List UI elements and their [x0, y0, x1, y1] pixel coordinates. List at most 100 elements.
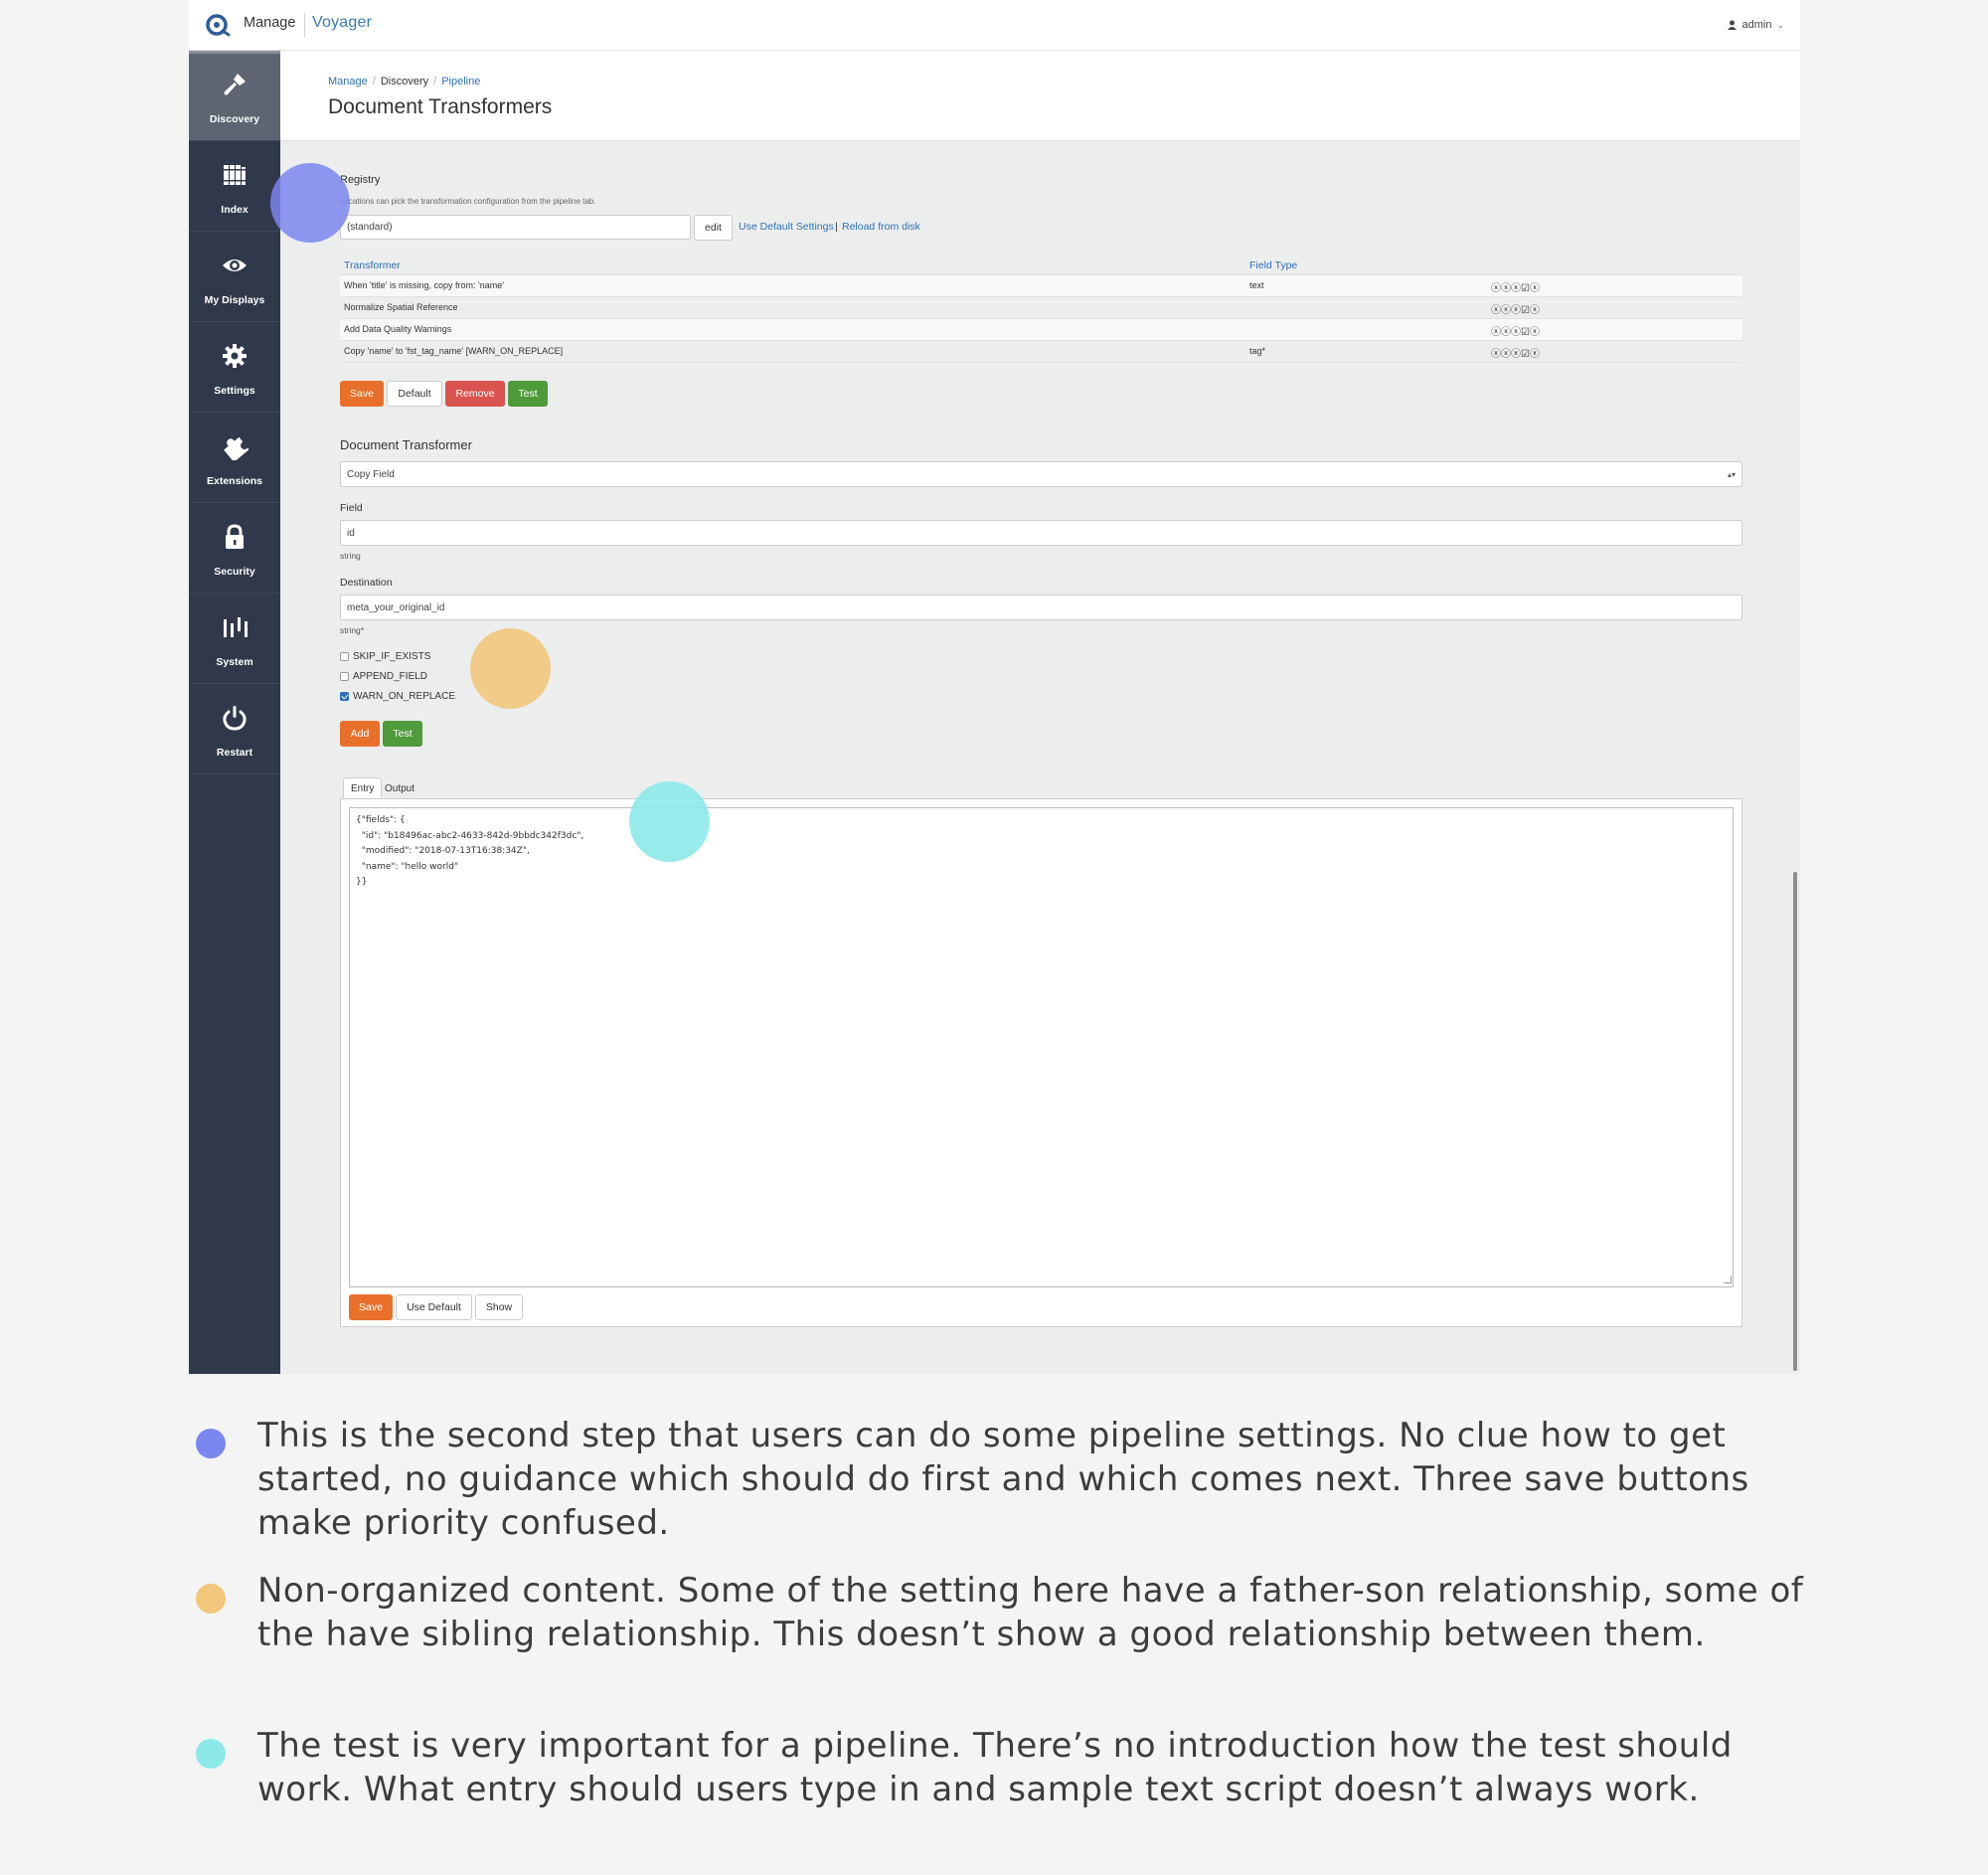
field-input[interactable]: id	[340, 520, 1742, 546]
table-row[interactable]: Normalize Spatial Reference ⓧⓧⓧ☑ⓧ	[340, 297, 1742, 319]
breadcrumb-discovery[interactable]: Discovery	[381, 76, 428, 87]
use-default-settings-link[interactable]: Use Default Settings	[739, 221, 834, 233]
sidebar-item-discovery[interactable]: Discovery	[189, 51, 280, 141]
row-actions-icons[interactable]: ⓧⓧⓧ☑ⓧ	[1491, 301, 1540, 316]
transformer-select[interactable]: Copy Field ▴▾	[340, 461, 1742, 487]
sidebar-item-label: Restart	[216, 747, 253, 759]
page-title: Document Transformers	[328, 95, 553, 118]
chevron-down-icon: ⌄	[1776, 19, 1784, 30]
sidebar-item-system[interactable]: System	[189, 594, 280, 684]
field-type-hint: string	[340, 551, 361, 561]
lock-icon	[226, 524, 244, 549]
field-label: Field	[340, 502, 363, 514]
books-icon	[224, 165, 246, 185]
row-actions-icons[interactable]: ⓧⓧⓧ☑ⓧ	[1491, 345, 1540, 360]
sidebar-item-extensions[interactable]: Extensions	[189, 413, 280, 503]
registry-label: Registry	[340, 174, 381, 186]
puzzle-icon	[224, 436, 248, 460]
vertical-scrollbar[interactable]	[1793, 872, 1797, 1371]
breadcrumb-manage[interactable]: Manage	[328, 76, 368, 87]
transformer-cell: Normalize Spatial Reference	[344, 302, 458, 312]
sidebar-item-label: Index	[221, 204, 248, 216]
registry-input[interactable]: (standard)	[340, 215, 691, 240]
note-text: This is the second step that users can d…	[257, 1416, 1749, 1543]
table-row[interactable]: Add Data Quality Warnings ⓧⓧⓧ☑ⓧ	[340, 319, 1742, 341]
checkbox-label: SKIP_IF_EXISTS	[353, 651, 431, 662]
checkbox-label: WARN_ON_REPLACE	[353, 691, 455, 702]
resize-handle-icon[interactable]	[1724, 1276, 1732, 1283]
test-panel-body: {"fields": { "id": "b18496ac-abc2-4633-8…	[340, 798, 1742, 1327]
entry-textarea[interactable]: {"fields": { "id": "b18496ac-abc2-4633-8…	[349, 807, 1734, 1287]
warn-on-replace-checkbox[interactable]	[340, 692, 349, 701]
tab-output[interactable]: Output	[378, 777, 421, 799]
destination-input[interactable]: meta_your_original_id	[340, 595, 1742, 620]
sidebar-item-label: Discovery	[209, 113, 260, 125]
entry-save-button[interactable]: Save	[349, 1294, 393, 1320]
transformer-select-value: Copy Field	[347, 468, 395, 480]
column-header-transformer[interactable]: Transformer	[344, 259, 401, 271]
row-actions-icons[interactable]: ⓧⓧⓧ☑ⓧ	[1491, 323, 1540, 338]
destination-label: Destination	[340, 577, 393, 589]
document-transformer-label: Document Transformer	[340, 437, 472, 452]
table-default-button[interactable]: Default	[387, 381, 442, 407]
show-button[interactable]: Show	[475, 1294, 523, 1320]
table-remove-button[interactable]: Remove	[445, 381, 505, 407]
user-menu[interactable]: admin ⌄	[1728, 19, 1784, 31]
app-window: Manage Voyager admin ⌄ Discovery Index M…	[189, 0, 1800, 1374]
flashlight-icon	[224, 74, 246, 95]
brand-manage[interactable]: Manage	[244, 15, 295, 31]
note-text: The test is very important for a pipelin…	[257, 1726, 1733, 1809]
note-bullet-teal	[196, 1739, 226, 1769]
table-row[interactable]: Copy 'name' to 'fst_tag_name' [WARN_ON_R…	[340, 341, 1742, 363]
tab-entry[interactable]: Entry	[343, 777, 383, 799]
sidebar-item-label: My Displays	[204, 294, 265, 306]
note-bullet-yellow	[196, 1584, 226, 1614]
sidebar-item-index[interactable]: Index	[189, 141, 280, 232]
test-transformer-button[interactable]: Test	[383, 721, 422, 747]
breadcrumb-separator: /	[433, 76, 437, 87]
registry-help: Locations can pick the transformation co…	[340, 197, 596, 206]
sidebar-item-label: Extensions	[206, 475, 263, 487]
table-row[interactable]: When 'title' is missing, copy from: 'nam…	[340, 275, 1742, 297]
sidebar-item-restart[interactable]: Restart	[189, 684, 280, 774]
sidebar-item-label: Security	[214, 566, 255, 578]
breadcrumb-pipeline[interactable]: Pipeline	[441, 76, 480, 87]
warn-on-replace-option[interactable]: WARN_ON_REPLACE	[340, 691, 455, 702]
gear-icon	[223, 344, 247, 368]
use-default-button[interactable]: Use Default	[396, 1294, 472, 1320]
skip-if-exists-checkbox[interactable]	[340, 652, 349, 661]
user-icon	[1728, 20, 1738, 30]
breadcrumb: Manage / Discovery / Pipeline	[328, 76, 480, 87]
voyager-logo-icon[interactable]	[205, 13, 231, 39]
field-type-cell: text	[1249, 280, 1264, 290]
table-test-button[interactable]: Test	[508, 381, 548, 407]
table-header: Transformer Field Type	[340, 256, 1742, 275]
brand-voyager[interactable]: Voyager	[312, 14, 372, 32]
sidebar-item-settings[interactable]: Settings	[189, 322, 280, 413]
power-icon	[223, 706, 247, 731]
append-field-checkbox[interactable]	[340, 672, 349, 681]
field-type-cell: tag*	[1249, 346, 1266, 356]
transformer-cell: Copy 'name' to 'fst_tag_name' [WARN_ON_R…	[344, 346, 564, 356]
user-name: admin	[1741, 19, 1772, 31]
skip-if-exists-option[interactable]: SKIP_IF_EXISTS	[340, 651, 430, 662]
destination-type-hint: string*	[340, 625, 365, 635]
transformer-cell: When 'title' is missing, copy from: 'nam…	[344, 280, 504, 290]
registry-edit-button[interactable]: edit	[694, 215, 733, 241]
append-field-option[interactable]: APPEND_FIELD	[340, 671, 427, 682]
sidebar-item-my-displays[interactable]: My Displays	[189, 232, 280, 322]
column-header-field-type[interactable]: Field Type	[1249, 259, 1297, 271]
table-save-button[interactable]: Save	[340, 381, 384, 407]
sidebar: Discovery Index My Displays Settings Ext…	[189, 51, 280, 1374]
reload-from-disk-link[interactable]: Reload from disk	[842, 221, 920, 233]
sliders-icon	[224, 617, 248, 637]
sidebar-item-security[interactable]: Security	[189, 503, 280, 594]
transformer-cell: Add Data Quality Warnings	[344, 324, 452, 334]
note-text: Non-organized content. Some of the setti…	[257, 1571, 1804, 1654]
eye-icon	[223, 259, 247, 271]
checkbox-label: APPEND_FIELD	[353, 671, 428, 682]
annotation-dot-teal	[629, 781, 710, 862]
row-actions-icons[interactable]: ⓧⓧⓧ☑ⓧ	[1491, 279, 1540, 294]
test-panel: Entry Output {"fields": { "id": "b18496a…	[340, 777, 1742, 1329]
add-transformer-button[interactable]: Add	[340, 721, 380, 747]
